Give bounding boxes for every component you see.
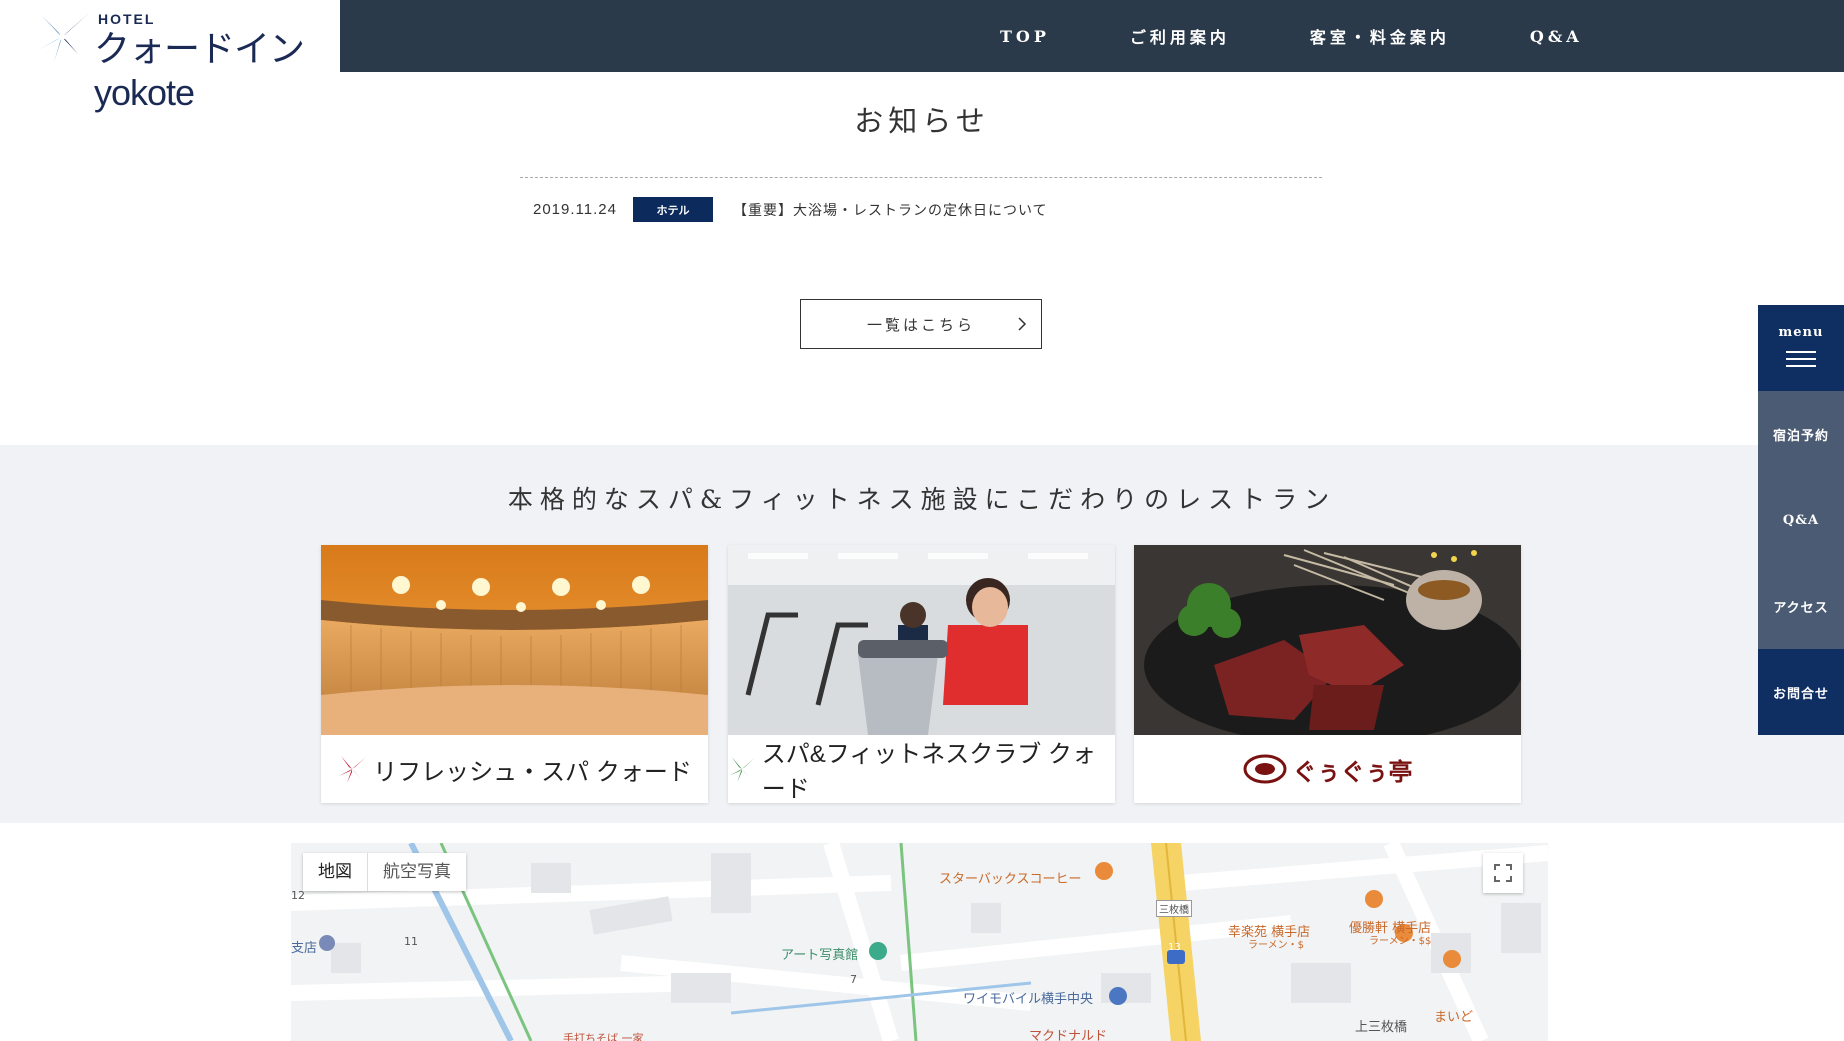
logo[interactable]: HOTEL クォードイン yokote (0, 0, 340, 113)
map-label-kamisanmai: 上三枚橋 (1355, 1020, 1408, 1035)
chevron-right-icon (1018, 317, 1027, 331)
fitness-logo-icon (729, 756, 755, 782)
notices-title: お知らせ (854, 104, 990, 138)
map-type-satellite[interactable]: 航空写真 (367, 853, 466, 891)
side-menu: menu 宿泊予約 Q&A アクセス お問合せ (1758, 305, 1844, 735)
map-label-num-12: 12 (291, 889, 305, 902)
map-canvas (291, 843, 1548, 1041)
restaurant-logo-icon (1243, 754, 1286, 784)
side-item-reservation[interactable]: 宿泊予約 (1758, 391, 1844, 477)
notice-date: 2019.11.24 (533, 201, 617, 218)
side-item-contact[interactable]: お問合せ (1758, 649, 1844, 735)
restaurant-brand: ぐぅぐぅ亭 (1134, 735, 1521, 803)
fitness-brand-label: スパ&フィットネスクラブ クォード (761, 741, 1096, 803)
facilities-title: 本格的なスパ&フィットネス施設にこだわりのレストラン (507, 485, 1337, 514)
notice-link[interactable]: 【重要】大浴場・レストランの定休日について (733, 200, 1048, 220)
map-label-starbucks[interactable]: スターバックスコーヒー (939, 868, 1081, 887)
map-label-sanmaibashi: 三枚橋 (1156, 900, 1192, 917)
nav-qa[interactable]: Q&A (1530, 27, 1583, 46)
fitness-card[interactable]: スパ&フィットネスクラブ クォード (728, 545, 1115, 803)
side-item-access[interactable]: アクセス (1758, 563, 1844, 649)
map-label-yushoken-sub: ラーメン・$$ (1369, 936, 1432, 947)
spa-brand-label: リフレッシュ・スパ クォード (373, 758, 692, 786)
fitness-photo (728, 545, 1115, 735)
notice-category-badge: ホテル (632, 197, 713, 222)
view-all-button[interactable]: 一覧はこちら (800, 299, 1042, 349)
map-label-teuchi[interactable]: 手打ちそば 一家 (563, 1030, 644, 1041)
fullscreen-button[interactable] (1483, 853, 1523, 893)
spa-photo (321, 545, 708, 735)
fitness-brand: スパ&フィットネスクラブ クォード (728, 735, 1115, 803)
map-label-koorakuen-sub: ラーメン・$ (1248, 940, 1304, 951)
spa-logo-icon (339, 756, 367, 783)
nav-rooms[interactable]: 客室・料金案内 (1310, 24, 1450, 48)
map-label-branch[interactable]: 支店 (291, 937, 317, 956)
notice-item[interactable]: 2019.11.24 ホテル 【重要】大浴場・レストランの定休日について (533, 197, 1048, 222)
side-menu-label: menu (1778, 324, 1824, 340)
nav-top[interactable]: TOP (1000, 27, 1050, 46)
facilities-section: 本格的なスパ&フィットネス施設にこだわりのレストラン リフレッシュ・スパ クォー… (0, 445, 1844, 823)
map-label-num-7: 7 (850, 973, 857, 986)
map-label-ymobile[interactable]: ワイモバイル横手中央 (963, 988, 1093, 1007)
restaurant-brand-label: ぐぅぐぅ亭 (1292, 758, 1413, 786)
google-map[interactable]: 地図 航空写真 スターバックスコーヒー 三枚橋 幸楽苑 横手店 ラーメン・$ 優… (291, 843, 1548, 1041)
nav-guide[interactable]: ご利用案内 (1130, 24, 1230, 48)
restaurant-card[interactable]: ぐぅぐぅ亭 (1134, 545, 1521, 803)
map-label-art-photo[interactable]: アート写真館 (781, 944, 858, 963)
main-nav: TOP ご利用案内 客室・料金案内 Q&A (1000, 0, 1663, 72)
site-header: HOTEL クォードイン yokote TOP ご利用案内 客室・料金案内 Q&… (0, 0, 1844, 113)
side-menu-toggle[interactable]: menu (1758, 305, 1844, 391)
spa-card[interactable]: リフレッシュ・スパ クォード (321, 545, 708, 803)
view-all-label: 一覧はこちら (866, 316, 975, 334)
notice-divider (520, 177, 1322, 178)
fullscreen-icon (1494, 864, 1512, 882)
side-item-qa[interactable]: Q&A (1758, 477, 1844, 563)
restaurant-photo (1134, 545, 1521, 735)
map-label-mcdonalds[interactable]: マクドナルド (1029, 1025, 1107, 1041)
map-label-maido[interactable]: まいど (1434, 1006, 1473, 1025)
hamburger-icon (1786, 346, 1816, 372)
map-type-control: 地図 航空写真 (303, 853, 466, 891)
map-type-map[interactable]: 地図 (303, 853, 367, 891)
logo-mark-icon (38, 12, 90, 62)
spa-brand: リフレッシュ・スパ クォード (321, 735, 708, 803)
map-label-num-11: 11 (404, 935, 418, 948)
map-label-route-13: 13 (1168, 942, 1181, 953)
